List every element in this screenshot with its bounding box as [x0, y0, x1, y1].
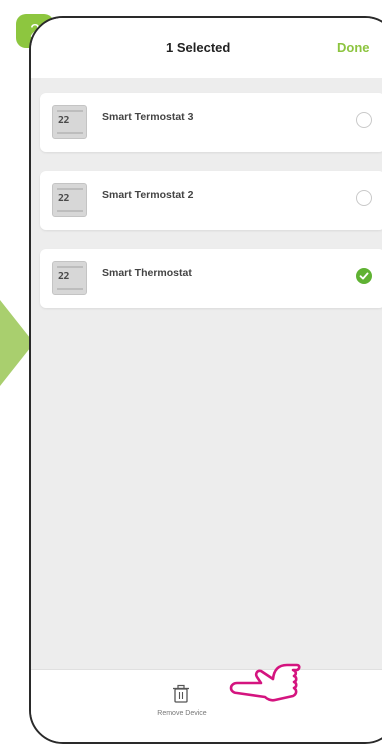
header: 1 Selected Done [31, 18, 382, 78]
trash-icon[interactable] [172, 684, 190, 704]
pointing-hand-icon [229, 663, 301, 702]
remove-device-button[interactable]: Remove Device [143, 710, 221, 717]
select-radio-checked[interactable] [356, 268, 372, 284]
device-row-smart-termostat-3[interactable]: 22 Smart Termostat 3 [40, 93, 382, 152]
select-radio[interactable] [356, 112, 372, 128]
device-name: Smart Termostat 3 [102, 111, 194, 123]
check-icon [359, 272, 369, 280]
select-radio[interactable] [356, 190, 372, 206]
done-button[interactable]: Done [337, 40, 370, 55]
bottom-bar: Remove Device [31, 669, 382, 742]
thermostat-icon: 22 [52, 105, 87, 139]
thermostat-icon: 22 [52, 261, 87, 295]
page-title: 1 Selected [166, 40, 231, 55]
device-name: Smart Thermostat [102, 267, 192, 279]
phone-screen: 1 Selected Done 22 Smart Termostat 3 22 … [29, 16, 382, 744]
device-row-smart-thermostat[interactable]: 22 Smart Thermostat [40, 249, 382, 308]
device-name: Smart Termostat 2 [102, 189, 194, 201]
device-row-smart-termostat-2[interactable]: 22 Smart Termostat 2 [40, 171, 382, 230]
thermostat-icon: 22 [52, 183, 87, 217]
